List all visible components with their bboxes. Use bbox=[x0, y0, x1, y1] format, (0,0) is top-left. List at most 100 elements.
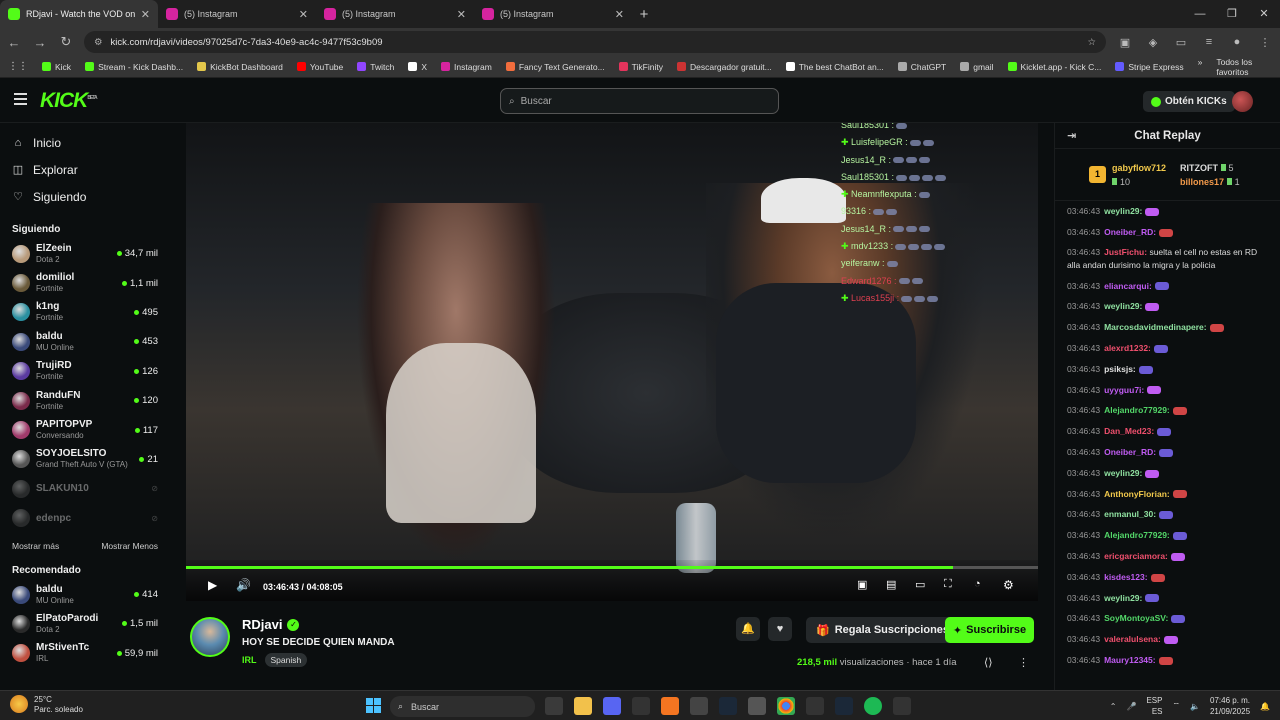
notification-bell-button[interactable]: 🔔 bbox=[736, 617, 760, 641]
chat-message[interactable]: 03:46:43 Alejandro77929: bbox=[1067, 400, 1268, 421]
more-options-icon[interactable]: ⋮ bbox=[1018, 656, 1029, 669]
minimize-icon[interactable]: — bbox=[1184, 0, 1216, 28]
tab-close-icon[interactable]: ✕ bbox=[299, 8, 308, 21]
nav-explorar[interactable]: ◫ Explorar bbox=[0, 156, 170, 183]
clock[interactable]: 07:46 p. m. 21/09/2025 bbox=[1210, 695, 1250, 717]
steam2-icon[interactable] bbox=[835, 697, 853, 715]
bookmark-item[interactable]: Instagram bbox=[441, 62, 492, 72]
search-input[interactable]: ⌕ Buscar bbox=[500, 88, 779, 114]
chat-username[interactable]: weylin29: bbox=[1104, 468, 1142, 478]
leader-others[interactable]: RITZOFT 5 billones17 1 bbox=[1180, 161, 1240, 189]
new-tab-icon[interactable]: + bbox=[632, 6, 656, 23]
chat-message[interactable]: 03:46:43 Marcosdavidmedinapere: bbox=[1067, 317, 1268, 338]
bookmark-item[interactable]: KickBot Dashboard bbox=[197, 62, 283, 72]
bookmark-item[interactable]: Descargador gratuit... bbox=[677, 62, 772, 72]
chat-message[interactable]: 03:46:43 Oneiber_RD: bbox=[1067, 222, 1268, 243]
menu-icon[interactable]: ⋮ bbox=[1256, 36, 1274, 49]
chat-message[interactable]: 03:46:43 psiksjs: bbox=[1067, 359, 1268, 380]
notifications-icon[interactable]: 🔔 bbox=[1260, 702, 1270, 711]
chat-username[interactable]: Maury12345: bbox=[1104, 655, 1156, 665]
speaker-icon[interactable]: 🔈 bbox=[1190, 702, 1200, 711]
bookmark-star-icon[interactable]: ☆ bbox=[1087, 37, 1096, 48]
show-less-button[interactable]: Mostrar Menos bbox=[101, 541, 158, 551]
chat-message[interactable]: 03:46:43 uyyguu7i: bbox=[1067, 380, 1268, 401]
chat-username[interactable]: uyyguu7i: bbox=[1104, 385, 1144, 395]
video-player[interactable]: Saul185301 : ✚ LuisfelipeGR : Jesus14_R : S… bbox=[186, 123, 1038, 601]
cast-icon[interactable]: ▭ bbox=[1172, 36, 1190, 49]
menu-toggle-icon[interactable] bbox=[14, 93, 27, 108]
chat-username[interactable]: eliancarqui: bbox=[1104, 281, 1152, 291]
channel-item[interactable]: domiliol Fortnite 1,1 mil bbox=[0, 268, 170, 297]
app2-icon[interactable] bbox=[690, 697, 708, 715]
chat-username[interactable]: ericgarciamora: bbox=[1104, 551, 1168, 561]
tab-close-icon[interactable]: ✕ bbox=[457, 8, 466, 21]
close-window-icon[interactable]: ✕ bbox=[1248, 0, 1280, 28]
chat-message[interactable]: 03:46:43 weylin29: bbox=[1067, 588, 1268, 609]
chat-username[interactable]: AnthonyFlorian: bbox=[1104, 489, 1170, 499]
chat-username[interactable]: weylin29: bbox=[1104, 206, 1142, 216]
streamer-avatar[interactable] bbox=[190, 617, 230, 657]
browser-tab[interactable]: (5) Instagram ✕ bbox=[316, 0, 474, 28]
spotify-icon[interactable] bbox=[864, 697, 882, 715]
app-icon[interactable] bbox=[661, 697, 679, 715]
apps-icon[interactable]: ⋮⋮ bbox=[8, 61, 28, 72]
chat-username[interactable]: Alejandro77929: bbox=[1104, 530, 1170, 540]
channel-item[interactable]: baldu MU Online 414 bbox=[0, 580, 170, 609]
chat-message[interactable]: 03:46:43 weylin29: bbox=[1067, 463, 1268, 484]
chat-username[interactable]: Oneiber_RD: bbox=[1104, 227, 1156, 237]
language-tag[interactable]: Spanish bbox=[264, 653, 308, 667]
mic-icon[interactable]: 🎤 bbox=[1127, 702, 1137, 711]
play-icon[interactable]: ▶ bbox=[208, 578, 217, 592]
all-bookmarks-folder[interactable]: Todos los favoritos bbox=[1216, 57, 1272, 77]
category-link[interactable]: IRL bbox=[242, 655, 257, 665]
chat-message[interactable]: 03:46:43 Alejandro77929: bbox=[1067, 525, 1268, 546]
extension-icon[interactable]: ▣ bbox=[1116, 36, 1134, 49]
chat-username[interactable]: weylin29: bbox=[1104, 593, 1142, 603]
tray-chevron-icon[interactable]: ⌃ bbox=[1110, 702, 1117, 711]
bookmark-item[interactable]: Fancy Text Generato... bbox=[505, 62, 605, 72]
leader-first[interactable]: gabyflow712 10 bbox=[1112, 161, 1166, 189]
epic-games-icon[interactable] bbox=[632, 697, 650, 715]
task-view-icon[interactable] bbox=[545, 697, 563, 715]
url-field[interactable]: ⚙ kick.com/rdjavi/videos/97025d7c-7da3-4… bbox=[84, 31, 1106, 53]
channel-item[interactable]: edenpc ⊘ bbox=[0, 504, 170, 533]
bookmark-item[interactable]: ChatGPT bbox=[897, 62, 946, 72]
puzzle-icon[interactable]: ◈ bbox=[1144, 36, 1162, 49]
bookmark-item[interactable]: Kick bbox=[42, 62, 71, 72]
show-more-button[interactable]: Mostrar más bbox=[12, 541, 59, 551]
taskbar-search[interactable]: ⌕ Buscar bbox=[390, 696, 535, 717]
windows-start-icon[interactable] bbox=[366, 698, 382, 714]
maximize-icon[interactable]: ❐ bbox=[1216, 0, 1248, 28]
volume-icon[interactable]: 🔊 bbox=[236, 578, 251, 592]
chat-message[interactable]: 03:46:43 AnthonyFlorian: bbox=[1067, 484, 1268, 505]
channel-item[interactable]: ElZeein Dota 2 34,7 mil bbox=[0, 239, 170, 268]
bookmark-item[interactable]: YouTube bbox=[296, 62, 343, 72]
chat-username[interactable]: weylin29: bbox=[1104, 301, 1142, 311]
fullscreen-icon[interactable]: ⛶ bbox=[944, 578, 952, 591]
chat-message[interactable]: 03:46:43 enmanul_30: bbox=[1067, 504, 1268, 525]
forward-icon[interactable]: → bbox=[32, 35, 48, 50]
chat-message[interactable]: 03:46:43 eliancarqui: bbox=[1067, 276, 1268, 297]
channel-item[interactable]: SOYJOELSITO Grand Theft Auto V (GTA) 21 bbox=[0, 445, 170, 474]
bookmark-item[interactable]: Kicklet.app - Kick C... bbox=[1007, 62, 1101, 72]
chat-username[interactable]: kisdes123: bbox=[1104, 572, 1147, 582]
channel-item[interactable]: SLAKUN10 ⊘ bbox=[0, 474, 170, 503]
streamer-name[interactable]: RDjavi ✓ bbox=[242, 617, 300, 632]
theater-icon[interactable]: ▤ bbox=[886, 578, 896, 591]
bookmarks-overflow-icon[interactable]: » bbox=[1198, 57, 1203, 77]
channel-item[interactable]: ElPatoParodi Dota 2 1,5 mil bbox=[0, 609, 170, 638]
chat-message[interactable]: 03:46:43 Oneiber_RD: bbox=[1067, 442, 1268, 463]
browser-tab[interactable]: (5) Instagram ✕ bbox=[158, 0, 316, 28]
chat-username[interactable]: valeralulsena: bbox=[1104, 634, 1161, 644]
chat-message[interactable]: 03:46:43 ericgarciamora: bbox=[1067, 546, 1268, 567]
tab-search-icon[interactable]: ≡ bbox=[1200, 36, 1218, 48]
share-icon[interactable]: ⟨⟩ bbox=[984, 656, 993, 669]
tab-close-icon[interactable]: ✕ bbox=[615, 8, 624, 21]
wifi-icon[interactable]: ⌔ bbox=[1172, 701, 1180, 711]
discord-icon[interactable] bbox=[603, 697, 621, 715]
collapse-chat-icon[interactable]: ⇥ bbox=[1067, 129, 1076, 142]
tab-close-icon[interactable]: ✕ bbox=[141, 8, 150, 21]
channel-item[interactable]: baldu MU Online 453 bbox=[0, 327, 170, 356]
chat-username[interactable]: SoyMontoyaSV: bbox=[1104, 613, 1168, 623]
app3-icon[interactable] bbox=[748, 697, 766, 715]
